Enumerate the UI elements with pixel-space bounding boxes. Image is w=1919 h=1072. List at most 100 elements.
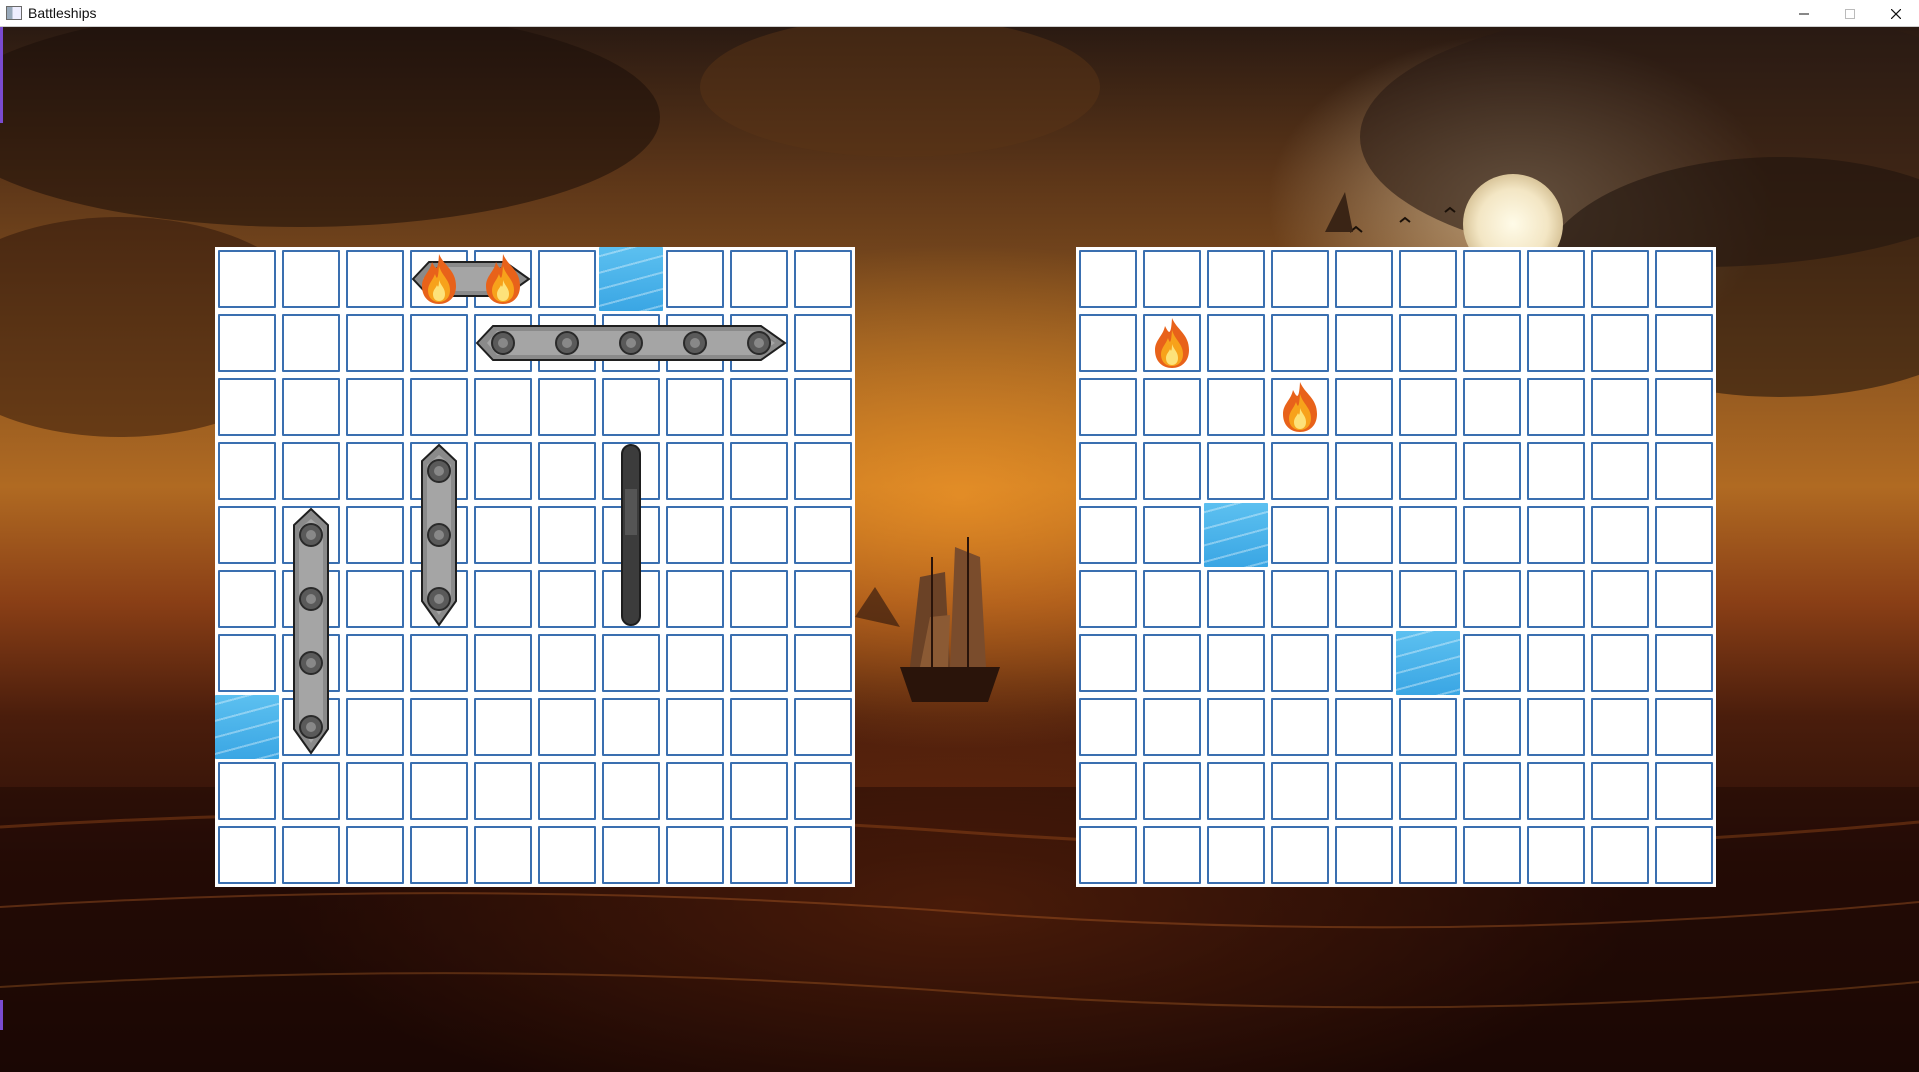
enemy-board-cell[interactable]	[1524, 631, 1588, 695]
player-board-cell[interactable]	[279, 759, 343, 823]
enemy-board-cell[interactable]	[1140, 695, 1204, 759]
close-button[interactable]	[1873, 0, 1919, 27]
player-board-cell[interactable]	[791, 247, 855, 311]
enemy-board-cell[interactable]	[1204, 567, 1268, 631]
enemy-board-cell[interactable]	[1332, 823, 1396, 887]
enemy-board-cell[interactable]	[1396, 759, 1460, 823]
enemy-board-cell[interactable]	[1268, 759, 1332, 823]
player-board-cell[interactable]	[599, 567, 663, 631]
player-board-cell[interactable]	[535, 503, 599, 567]
player-board-cell[interactable]	[535, 439, 599, 503]
enemy-board-cell[interactable]	[1524, 567, 1588, 631]
enemy-board-cell[interactable]	[1524, 439, 1588, 503]
enemy-board-cell[interactable]	[1652, 439, 1716, 503]
player-board-cell[interactable]	[407, 567, 471, 631]
enemy-board-cell[interactable]	[1332, 567, 1396, 631]
enemy-board-cell[interactable]	[1076, 823, 1140, 887]
player-board-cell[interactable]	[471, 311, 535, 375]
player-board-cell[interactable]	[535, 631, 599, 695]
enemy-board-cell[interactable]	[1396, 823, 1460, 887]
player-board-cell[interactable]	[663, 631, 727, 695]
enemy-board-cell[interactable]	[1460, 759, 1524, 823]
player-board-cell[interactable]	[663, 823, 727, 887]
player-board-cell[interactable]	[471, 439, 535, 503]
enemy-board-cell[interactable]	[1076, 503, 1140, 567]
enemy-board-cell[interactable]	[1332, 311, 1396, 375]
enemy-board-cell[interactable]	[1652, 567, 1716, 631]
player-board-cell[interactable]	[343, 375, 407, 439]
player-board-cell[interactable]	[343, 439, 407, 503]
player-board-cell[interactable]	[535, 311, 599, 375]
player-board-cell[interactable]	[663, 311, 727, 375]
player-board-cell[interactable]	[407, 311, 471, 375]
player-board-cell[interactable]	[471, 631, 535, 695]
player-board-cell[interactable]	[663, 695, 727, 759]
player-board-cell[interactable]	[343, 823, 407, 887]
enemy-board-cell[interactable]	[1268, 695, 1332, 759]
player-board-cell[interactable]	[407, 439, 471, 503]
player-board-cell[interactable]	[599, 759, 663, 823]
enemy-board-cell[interactable]	[1524, 503, 1588, 567]
player-board-cell[interactable]	[599, 503, 663, 567]
enemy-board-cell[interactable]	[1652, 631, 1716, 695]
player-board-cell[interactable]	[727, 695, 791, 759]
enemy-board-cell[interactable]	[1396, 247, 1460, 311]
enemy-board-cell[interactable]	[1140, 759, 1204, 823]
player-board-cell[interactable]	[279, 567, 343, 631]
player-board-cell[interactable]	[407, 375, 471, 439]
enemy-board-cell[interactable]	[1204, 247, 1268, 311]
player-board-cell[interactable]	[279, 695, 343, 759]
player-board-cell[interactable]	[535, 375, 599, 439]
enemy-board-cell[interactable]	[1268, 631, 1332, 695]
player-board-cell[interactable]	[215, 631, 279, 695]
player-board-cell[interactable]	[343, 695, 407, 759]
enemy-board-cell[interactable]	[1140, 439, 1204, 503]
enemy-board-cell[interactable]	[1332, 503, 1396, 567]
player-board-cell[interactable]	[343, 247, 407, 311]
player-board-cell[interactable]	[727, 503, 791, 567]
player-board-cell[interactable]	[791, 759, 855, 823]
player-board-cell[interactable]	[663, 375, 727, 439]
player-board-cell[interactable]	[215, 247, 279, 311]
player-board-cell-miss[interactable]	[215, 695, 279, 759]
player-board-cell[interactable]	[663, 759, 727, 823]
player-board-cell[interactable]	[535, 247, 599, 311]
enemy-board-cell[interactable]	[1332, 439, 1396, 503]
enemy-board-cell-miss[interactable]	[1396, 631, 1460, 695]
enemy-board-cell[interactable]	[1524, 759, 1588, 823]
enemy-board-cell[interactable]	[1460, 631, 1524, 695]
player-board-cell[interactable]	[599, 823, 663, 887]
maximize-button[interactable]	[1827, 0, 1873, 27]
player-board-cell[interactable]	[407, 695, 471, 759]
enemy-board-cell[interactable]	[1268, 503, 1332, 567]
enemy-board-cell[interactable]	[1140, 823, 1204, 887]
enemy-board-cell[interactable]	[1460, 823, 1524, 887]
player-board-cell[interactable]	[535, 823, 599, 887]
player-board-cell[interactable]	[279, 823, 343, 887]
enemy-board-cell[interactable]	[1524, 695, 1588, 759]
enemy-board-cell[interactable]	[1076, 375, 1140, 439]
enemy-board-cell[interactable]	[1076, 759, 1140, 823]
player-board-cell[interactable]	[791, 567, 855, 631]
player-board-cell[interactable]	[471, 759, 535, 823]
player-board-cell[interactable]	[471, 823, 535, 887]
player-board-cell[interactable]	[279, 439, 343, 503]
enemy-board-cell[interactable]	[1460, 375, 1524, 439]
player-board-cell[interactable]	[727, 631, 791, 695]
player-board-cell[interactable]	[791, 695, 855, 759]
player-board-cell[interactable]	[471, 567, 535, 631]
player-board-cell[interactable]	[791, 823, 855, 887]
player-board-cell[interactable]	[535, 567, 599, 631]
enemy-board-cell[interactable]	[1588, 375, 1652, 439]
enemy-board-cell[interactable]	[1396, 503, 1460, 567]
player-board-cell[interactable]	[343, 567, 407, 631]
enemy-board-cell[interactable]	[1268, 311, 1332, 375]
player-board-cell[interactable]	[215, 567, 279, 631]
player-board-cell[interactable]	[343, 503, 407, 567]
enemy-board-cell[interactable]	[1076, 439, 1140, 503]
enemy-board-cell[interactable]	[1396, 567, 1460, 631]
enemy-board-cell[interactable]	[1332, 631, 1396, 695]
enemy-board-cell[interactable]	[1204, 759, 1268, 823]
player-board-cell[interactable]	[727, 439, 791, 503]
player-board-cell[interactable]	[279, 503, 343, 567]
